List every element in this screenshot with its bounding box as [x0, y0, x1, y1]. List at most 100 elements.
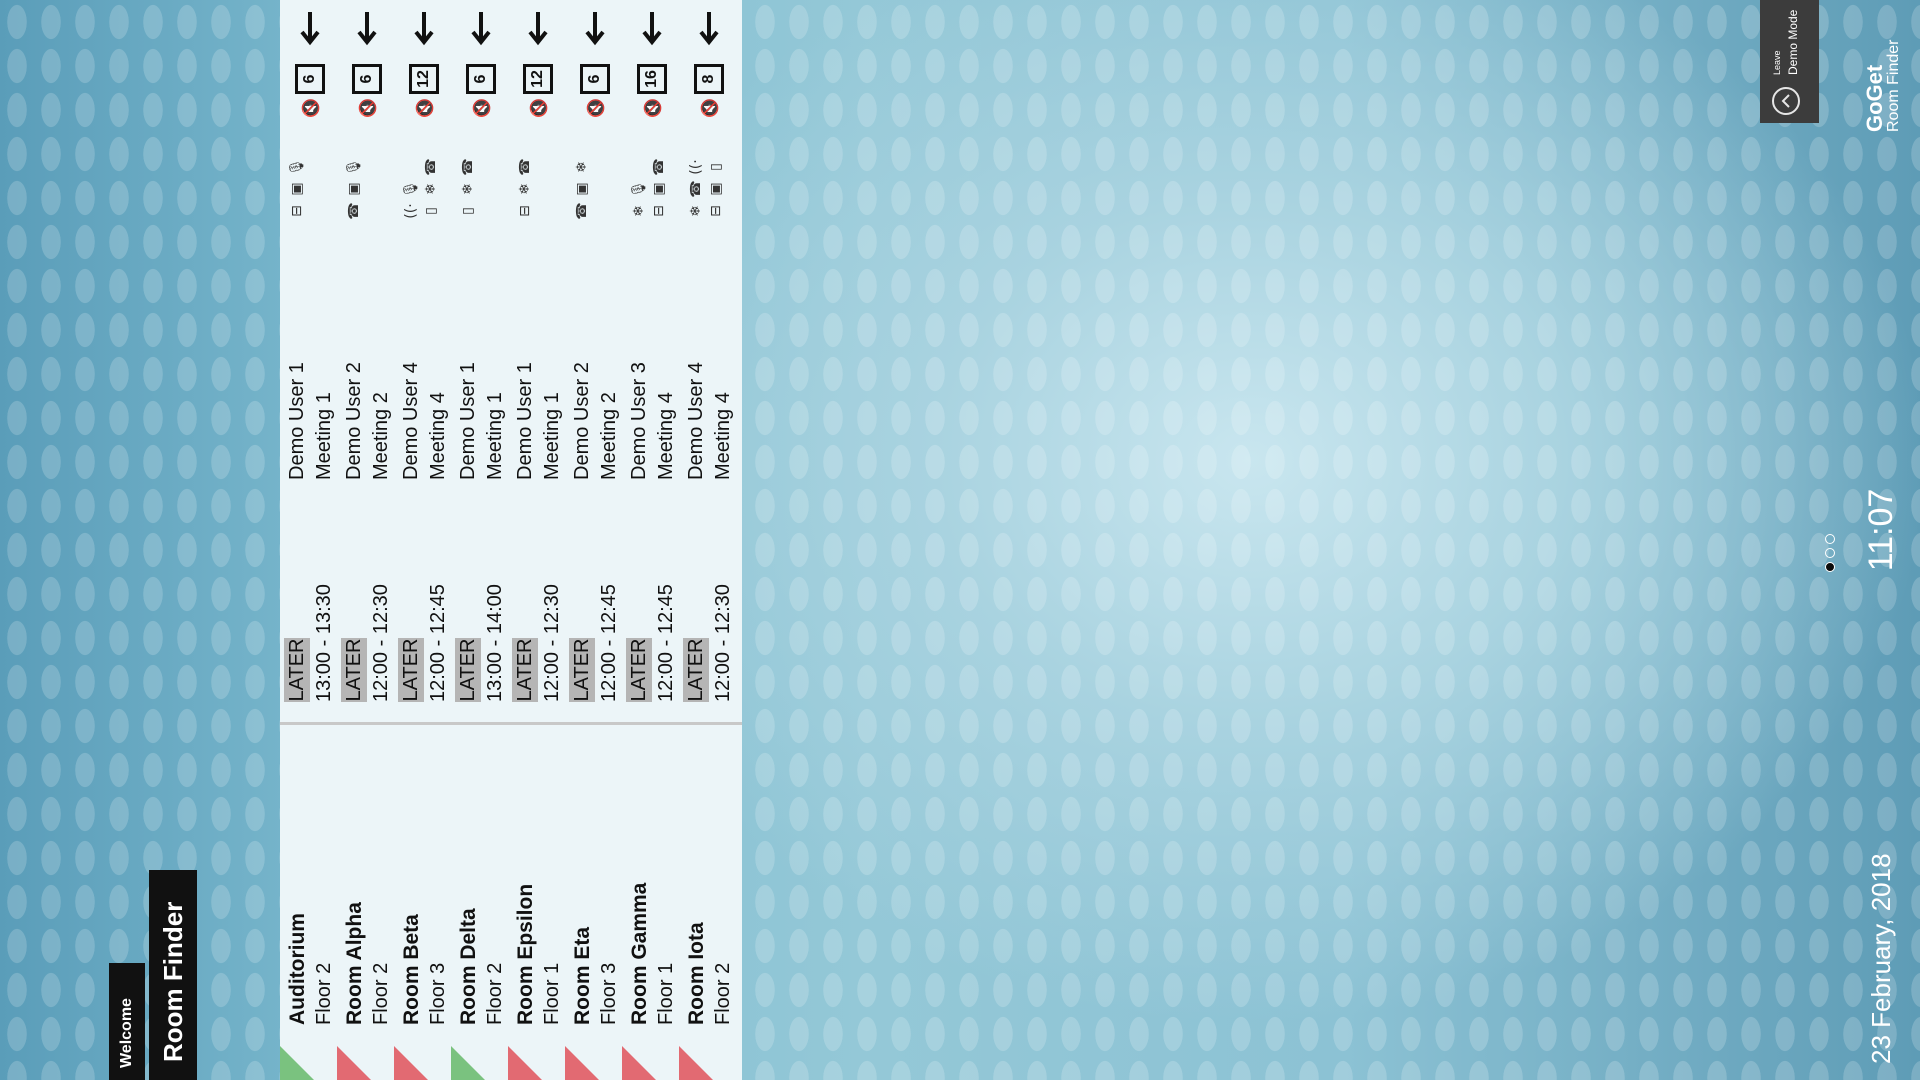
- projector-icon: ⊟: [289, 205, 305, 217]
- arrow-left-icon[interactable]: [516, 6, 560, 50]
- mute-icon: 🔇: [586, 98, 605, 118]
- room-row[interactable]: Room Epsilon Floor 1 LATER 12:00 - 12:30…: [508, 0, 571, 1080]
- page-dot-2[interactable]: [1825, 548, 1835, 558]
- row-divider: [280, 722, 343, 725]
- booking-time: 13:00 - 14:00: [484, 584, 506, 702]
- booking-user: Demo User 4: [685, 362, 707, 480]
- tv-icon: ▣: [289, 182, 305, 196]
- mic-icon: 🎙: [631, 180, 647, 198]
- equipment-icons: ☎ ▣ ❄: [573, 156, 591, 220]
- room-row[interactable]: Room Iota Floor 2 LATER 12:00 - 12:30 De…: [679, 0, 742, 1080]
- capacity-badge: 8: [694, 64, 724, 94]
- booking-user: Demo User 2: [343, 362, 365, 480]
- booking-user: Demo User 1: [457, 362, 479, 480]
- availability-indicator: [337, 1046, 371, 1080]
- snowflake-icon: ❄: [688, 205, 704, 217]
- row-divider: [394, 722, 457, 725]
- booking-meeting: Meeting 1: [313, 392, 335, 480]
- arrow-left-icon[interactable]: [402, 6, 446, 50]
- room-row[interactable]: Room Beta Floor 3 LATER 12:00 - 12:45 De…: [394, 0, 457, 1080]
- leave-demo-line2: Demo Mode: [1786, 9, 1800, 75]
- status-badge: LATER: [455, 638, 481, 702]
- availability-indicator: [394, 1046, 428, 1080]
- arrow-left-icon[interactable]: [573, 6, 617, 50]
- mute-icon: 🔇: [358, 98, 377, 118]
- arrow-left-icon[interactable]: [630, 6, 674, 50]
- room-row[interactable]: Room Alpha Floor 2 LATER 12:00 - 12:30 D…: [337, 0, 400, 1080]
- room-name: Room Beta: [400, 914, 423, 1025]
- availability-indicator: [622, 1046, 656, 1080]
- booking-meeting: Meeting 1: [541, 392, 563, 480]
- projector-icon: ⊟: [651, 205, 667, 217]
- page-dot-3[interactable]: [1825, 534, 1835, 544]
- room-floor: Floor 1: [541, 962, 563, 1025]
- room-floor: Floor 3: [598, 962, 620, 1025]
- page-indicator[interactable]: [1820, 534, 1840, 572]
- header-date: 23 February, 2018: [1866, 853, 1896, 1064]
- page-dot-1[interactable]: [1825, 562, 1835, 572]
- mute-icon: 🔇: [529, 98, 548, 118]
- tv-icon: ▣: [346, 182, 362, 196]
- availability-indicator: [679, 1046, 713, 1080]
- room-name: Room Eta: [571, 926, 594, 1025]
- phone-icon: ☎: [574, 202, 590, 220]
- room-floor: Floor 2: [712, 962, 734, 1025]
- tab-room-finder[interactable]: Room Finder: [149, 870, 197, 1080]
- room-row[interactable]: Room Gamma Floor 1 LATER 12:00 - 12:45 D…: [622, 0, 685, 1080]
- mute-icon: 🔇: [643, 98, 662, 118]
- arrow-left-icon[interactable]: [459, 6, 503, 50]
- capacity-badge: 6: [466, 64, 496, 94]
- row-divider: [679, 722, 742, 725]
- phone-icon: ☎: [688, 180, 704, 198]
- status-badge: LATER: [398, 638, 424, 702]
- room-name: Room Gamma: [628, 882, 651, 1025]
- arrow-left-icon[interactable]: [687, 6, 731, 50]
- row-divider: [508, 722, 571, 725]
- booking-meeting: Meeting 4: [427, 392, 449, 480]
- row-divider: [565, 722, 628, 725]
- capacity-badge: 6: [352, 64, 382, 94]
- mute-icon: 🔇: [472, 98, 491, 118]
- status-badge: LATER: [341, 638, 367, 702]
- status-badge: LATER: [569, 638, 595, 702]
- booking-time: 12:00 - 12:45: [598, 584, 620, 702]
- capacity-badge: 12: [523, 64, 553, 94]
- arrow-left-icon[interactable]: [345, 6, 389, 50]
- snowflake-icon: ❄: [517, 183, 533, 195]
- booking-time: 12:00 - 12:45: [427, 584, 449, 702]
- equipment-icons: ▯ ❄ ☎ ((· 🎙: [402, 156, 440, 220]
- screen-icon: ▯: [708, 163, 724, 171]
- mute-icon: 🔇: [301, 98, 320, 118]
- room-name: Room Delta: [457, 908, 480, 1025]
- equipment-icons: ⊟ ▣ 🎙: [288, 156, 306, 220]
- room-finder-page: 23 February, 2018 11:07 Leave Demo Mode …: [0, 0, 1920, 1080]
- phone-icon: ☎: [651, 158, 667, 176]
- phone-icon: ☎: [460, 158, 476, 176]
- arrow-left-icon[interactable]: [288, 6, 332, 50]
- tv-icon: ▣: [574, 182, 590, 196]
- booking-user: Demo User 1: [514, 362, 536, 480]
- availability-indicator: [508, 1046, 542, 1080]
- wifi-icon: ((·: [688, 159, 704, 175]
- capacity-badge: 6: [580, 64, 610, 94]
- booking-user: Demo User 2: [571, 362, 593, 480]
- status-badge: LATER: [626, 638, 652, 702]
- booking-user: Demo User 3: [628, 362, 650, 480]
- room-row[interactable]: Room Delta Floor 2 LATER 13:00 - 14:00 D…: [451, 0, 514, 1080]
- snowflake-icon: ❄: [574, 161, 590, 173]
- row-divider: [622, 722, 685, 725]
- room-row[interactable]: Auditorium Floor 2 LATER 13:00 - 13:30 D…: [280, 0, 343, 1080]
- screen-icon: ▯: [423, 207, 439, 215]
- booking-time: 12:00 - 12:30: [541, 584, 563, 702]
- room-row[interactable]: Room Eta Floor 3 LATER 12:00 - 12:45 Dem…: [565, 0, 628, 1080]
- leave-demo-mode-button[interactable]: Leave Demo Mode: [1760, 0, 1819, 123]
- booking-meeting: Meeting 4: [655, 392, 677, 480]
- booking-user: Demo User 4: [400, 362, 422, 480]
- booking-meeting: Meeting 4: [712, 392, 734, 480]
- snowflake-icon: ❄: [423, 183, 439, 195]
- room-name: Room Alpha: [343, 902, 366, 1025]
- status-badge: LATER: [284, 638, 310, 702]
- room-name: Room Iota: [685, 922, 708, 1025]
- tab-welcome[interactable]: Welcome: [109, 963, 145, 1080]
- row-divider: [337, 722, 400, 725]
